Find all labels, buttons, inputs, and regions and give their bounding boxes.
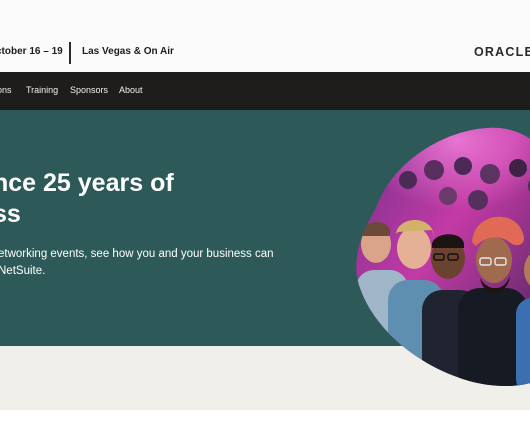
- header-divider: [69, 42, 71, 64]
- hero-headline-line-1: nce 25 years of: [0, 169, 174, 197]
- page-bottom: [0, 410, 530, 442]
- oracle-logo[interactable]: ORACLE: [474, 45, 530, 59]
- nav-item-about[interactable]: About: [119, 85, 143, 95]
- hero-headline-line-2: ss: [0, 200, 21, 228]
- event-location: Las Vegas & On Air: [82, 46, 174, 57]
- hero-headline: nce 25 years of ss: [0, 168, 174, 230]
- nav-item-sponsors[interactable]: Sponsors: [70, 85, 108, 95]
- hero-description: etworking events, see how you and your b…: [0, 246, 274, 279]
- top-bar: ctober 16 – 19 Las Vegas & On Air ORACLE: [0, 0, 530, 72]
- audience-photo: [356, 127, 530, 387]
- hero-description-line-2: NetSuite.: [0, 264, 46, 277]
- main-nav: ons Training Sponsors About: [0, 72, 530, 110]
- event-dates: ctober 16 – 19: [0, 46, 63, 57]
- nav-item-sessions[interactable]: ons: [0, 85, 12, 95]
- nav-item-training[interactable]: Training: [26, 85, 58, 95]
- hero-description-line-1: etworking events, see how you and your b…: [0, 248, 274, 260]
